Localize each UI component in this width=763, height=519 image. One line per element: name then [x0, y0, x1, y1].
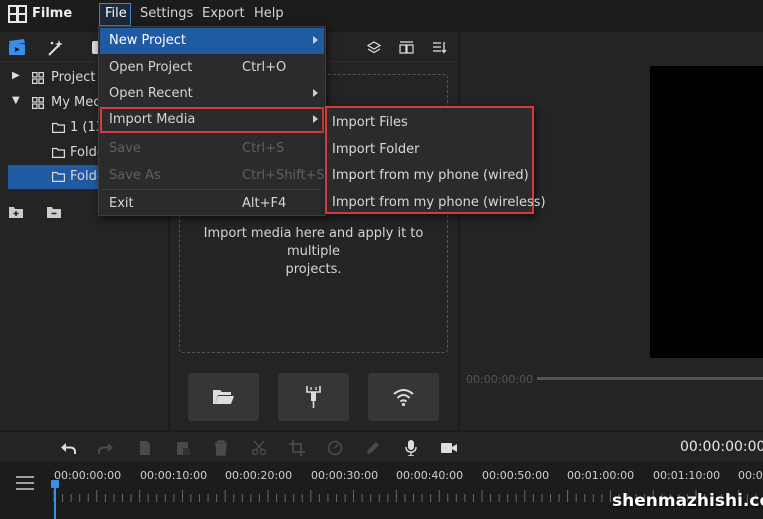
menu-item-save-as[interactable]: Save As Ctrl+Shift+S [100, 163, 325, 189]
folder-icon [52, 147, 65, 158]
submenu-item-import-files[interactable]: Import Files [332, 115, 408, 130]
usb-cable-icon [306, 386, 321, 408]
redo-icon[interactable] [98, 440, 114, 456]
menu-item-shortcut: Ctrl+S [242, 141, 285, 156]
drop-text-line-2: projects. [285, 262, 342, 277]
expand-arrow-icon[interactable]: ▶ [12, 70, 20, 81]
file-menu: New Project Open Project Ctrl+O Open Rec… [98, 26, 326, 216]
media-clapper-icon[interactable] [8, 39, 26, 56]
menu-item-label: Import Media [109, 112, 196, 127]
menu-separator [103, 189, 321, 190]
grid-icon [32, 72, 44, 84]
import-media-submenu: Import Files Import Folder Import from m… [325, 106, 546, 214]
app-title: Filme [32, 6, 73, 21]
menu-item-shortcut: Ctrl+Shift+S [242, 168, 325, 183]
ruler-label: 00:00:40:00 [396, 469, 464, 482]
submenu-item-import-folder[interactable]: Import Folder [332, 142, 419, 157]
wifi-icon [393, 389, 414, 407]
open-folder-icon [213, 390, 234, 404]
grid-view-icon[interactable] [399, 41, 414, 54]
delete-folder-icon[interactable] [47, 206, 61, 218]
crop-icon[interactable] [289, 440, 305, 456]
drop-zone-instructions: Import media here and apply it to multip… [184, 225, 443, 279]
submenu-item-import-phone-wired[interactable]: Import from my phone (wired) [332, 168, 529, 183]
sort-list-icon[interactable] [432, 41, 447, 54]
layers-icon[interactable] [367, 41, 381, 54]
effects-sparkle-icon[interactable] [47, 39, 65, 56]
ruler-label: 00:01:10:00 [653, 469, 721, 482]
import-phone-wireless-button[interactable] [368, 373, 439, 421]
menu-item-label: Exit [109, 196, 134, 211]
menu-item-import-media[interactable]: Import Media [100, 107, 324, 133]
add-folder-icon[interactable] [9, 206, 23, 218]
microphone-icon[interactable] [403, 440, 419, 456]
watermark: shenmazhishi.com [612, 491, 763, 511]
timeline-toolbar [0, 432, 763, 462]
ruler-label: 00:01 [738, 469, 763, 482]
scissors-icon[interactable] [251, 440, 267, 456]
preview-time: 00:00:00:00 [466, 373, 534, 386]
copy-icon[interactable] [137, 440, 153, 456]
tree-item-label: Project I [51, 70, 104, 85]
submenu-item-import-phone-wireless[interactable]: Import from my phone (wireless) [332, 195, 546, 210]
preview-progress-bar[interactable] [537, 377, 763, 380]
undo-icon[interactable] [60, 440, 76, 456]
menu-item-open-recent[interactable]: Open Recent [100, 81, 324, 107]
menu-file[interactable]: File [99, 3, 131, 26]
ruler-label: 00:01:00:00 [567, 469, 635, 482]
collapse-arrow-icon[interactable]: ▼ [12, 95, 20, 106]
ruler-label: 00:00:00:00 [54, 469, 122, 482]
menu-settings[interactable]: Settings [134, 3, 199, 26]
menu-help[interactable]: Help [248, 3, 290, 26]
import-folder-button[interactable] [188, 373, 259, 421]
submenu-arrow-icon [313, 115, 318, 123]
timeline-timecode: 00:00:00:00 [680, 439, 763, 455]
speed-icon[interactable] [327, 440, 343, 456]
camera-record-icon[interactable] [441, 440, 457, 456]
menu-item-label: New Project [109, 33, 186, 48]
menu-item-shortcut: Alt+F4 [242, 196, 287, 211]
ruler-label: 00:00:50:00 [482, 469, 550, 482]
delete-icon[interactable] [213, 440, 229, 456]
app-logo-icon [8, 5, 27, 23]
menu-item-shortcut: Ctrl+O [242, 60, 287, 75]
playhead-handle[interactable] [51, 480, 59, 488]
ruler-label: 00:00:20:00 [225, 469, 293, 482]
menu-item-label: Open Project [109, 60, 193, 75]
folder-icon [52, 122, 65, 133]
ruler-label: 00:00:30:00 [311, 469, 379, 482]
menu-item-label: Save As [109, 168, 161, 183]
grid-icon [32, 97, 44, 109]
menu-export[interactable]: Export [196, 3, 251, 26]
tree-item-label: My Mec [51, 95, 101, 110]
paste-icon[interactable] [175, 440, 191, 456]
folder-icon [52, 171, 65, 182]
menu-item-open-project[interactable]: Open Project Ctrl+O [100, 55, 324, 81]
edit-pencil-icon[interactable] [365, 440, 381, 456]
menu-item-label: Open Recent [109, 86, 193, 101]
menu-item-new-project[interactable]: New Project [100, 28, 324, 54]
submenu-arrow-icon [313, 36, 318, 44]
ruler-label: 00:00:10:00 [140, 469, 208, 482]
drop-text-line-1: Import media here and apply it to multip… [203, 226, 424, 259]
menu-item-save[interactable]: Save Ctrl+S [100, 136, 324, 162]
import-phone-wired-button[interactable] [278, 373, 349, 421]
preview-screen [650, 66, 763, 358]
submenu-arrow-icon [313, 89, 318, 97]
menu-item-exit[interactable]: Exit Alt+F4 [100, 191, 324, 217]
menu-item-label: Save [109, 141, 141, 156]
hamburger-menu-icon[interactable] [16, 476, 34, 490]
